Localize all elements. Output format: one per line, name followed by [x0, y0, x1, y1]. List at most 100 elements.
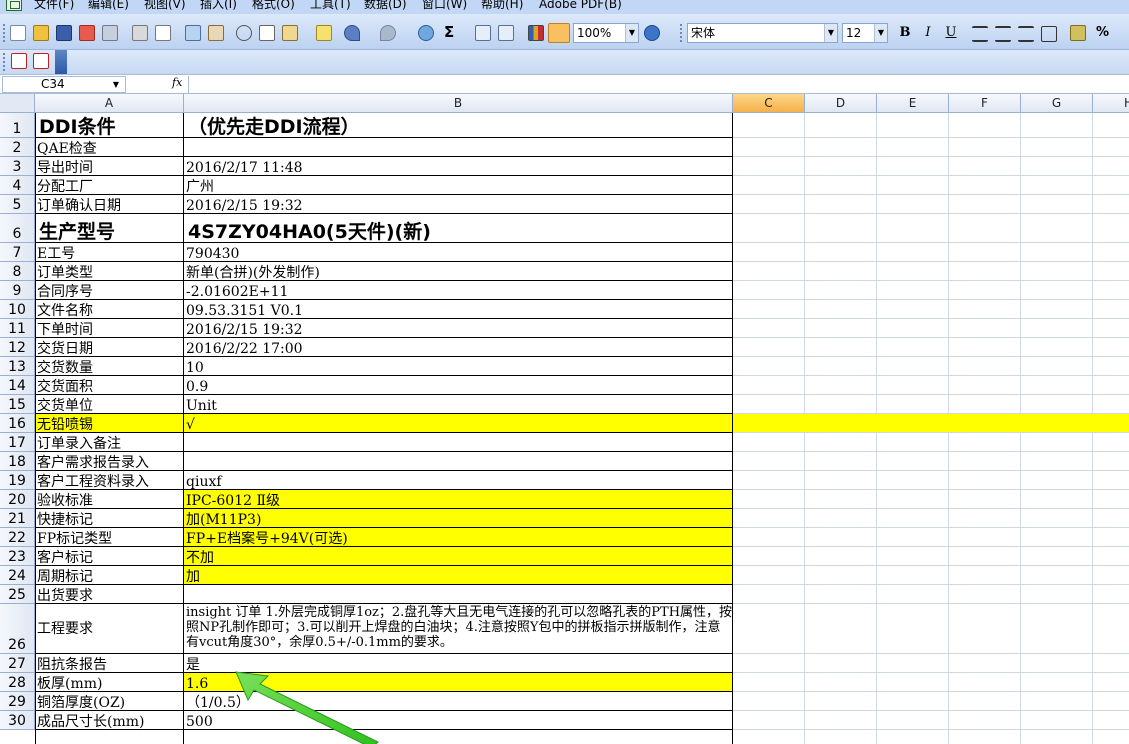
cell-b[interactable]: 加 — [184, 566, 733, 585]
row-header[interactable]: 5 — [0, 195, 35, 214]
cell-a[interactable]: 文件名称 — [35, 300, 184, 319]
format-painter-icon[interactable] — [316, 25, 332, 41]
cell-b[interactable]: 不加 — [184, 547, 733, 566]
cell-a[interactable]: 出货要求 — [35, 585, 184, 604]
sort-ascending-icon[interactable] — [475, 25, 491, 41]
chevron-down-icon[interactable]: ▼ — [625, 24, 638, 42]
cut-icon[interactable] — [236, 25, 252, 41]
spelling-icon[interactable] — [185, 25, 201, 41]
toolbar-grip[interactable] — [3, 24, 6, 42]
select-all-corner[interactable] — [0, 94, 35, 113]
cell-b[interactable]: 新单(合拼)(外发制作) — [184, 262, 733, 281]
undo-icon[interactable] — [344, 25, 360, 41]
print-icon[interactable] — [132, 25, 148, 41]
cell-b[interactable]: （优先走DDI流程） — [184, 113, 733, 138]
row-header[interactable]: 28 — [0, 673, 35, 692]
cell-a[interactable]: 快捷标记 — [35, 509, 184, 528]
currency-icon[interactable] — [1070, 25, 1086, 41]
cell-a[interactable]: FP标记类型 — [35, 528, 184, 547]
toolbar-grip[interactable] — [680, 24, 683, 42]
paste-icon[interactable] — [282, 25, 298, 41]
cell-b[interactable] — [184, 138, 733, 157]
name-box[interactable]: C34 ▼ — [2, 76, 126, 93]
research-icon[interactable] — [208, 25, 224, 41]
column-header-e[interactable]: E — [877, 94, 949, 113]
cell-a[interactable]: 客户标记 — [35, 547, 184, 566]
column-header-f[interactable]: F — [949, 94, 1021, 113]
chevron-down-icon[interactable]: ▼ — [824, 24, 837, 42]
row-header[interactable]: 27 — [0, 654, 35, 673]
convert-and-email-pdf-icon[interactable] — [33, 53, 49, 69]
font-name-select[interactable]: 宋体 ▼ — [687, 23, 838, 43]
column-header-g[interactable]: G — [1021, 94, 1093, 113]
bold-button[interactable]: B — [896, 24, 914, 42]
align-center-icon[interactable] — [995, 26, 1011, 42]
cell-a[interactable]: 合同序号 — [35, 281, 184, 300]
cell-b[interactable]: 2016/2/15 19:32 — [184, 319, 733, 338]
cell-a[interactable]: 分配工厂 — [35, 176, 184, 195]
save-icon[interactable] — [56, 25, 72, 41]
column-header-b[interactable]: B — [184, 94, 733, 113]
spreadsheet-grid[interactable]: ABCDEFGH 1 DDI条件 （优先走DDI流程） 2 QAE检查 3 导出时间 2016… — [0, 94, 1129, 744]
cell-a[interactable]: 交货面积 — [35, 376, 184, 395]
cell-a[interactable]: 铜箔厚度(OZ) — [35, 692, 184, 711]
menu-tools[interactable]: 工具(T) — [310, 0, 351, 12]
cell-b[interactable]: qiuxf — [184, 471, 733, 490]
cell-b[interactable]: 790430 — [184, 243, 733, 262]
cell-b[interactable] — [184, 585, 733, 604]
copy-icon[interactable] — [259, 25, 275, 41]
menu-help[interactable]: 帮助(H) — [481, 0, 523, 12]
cell-b[interactable]: 加(M11P3) — [184, 509, 733, 528]
align-right-icon[interactable] — [1018, 26, 1034, 42]
cell-a[interactable]: 下单时间 — [35, 319, 184, 338]
cell-b[interactable]: insight 订单 1.外层完成铜厚1oz；2.盘孔等大且无电气连接的孔可以忽… — [184, 604, 733, 654]
column-header-a[interactable]: A — [35, 94, 184, 113]
sort-descending-icon[interactable] — [498, 25, 514, 41]
cell-a[interactable]: 生产型号 — [35, 214, 184, 243]
cell-a[interactable]: 订单确认日期 — [35, 195, 184, 214]
cell-b[interactable]: 2016/2/22 17:00 — [184, 338, 733, 357]
chevron-down-icon[interactable]: ▼ — [113, 77, 119, 92]
row-header[interactable]: 1 — [0, 113, 35, 138]
menu-view[interactable]: 视图(V) — [144, 0, 186, 12]
column-header-h[interactable]: H — [1093, 94, 1129, 113]
cell-a[interactable]: 交货数量 — [35, 357, 184, 376]
cell-a[interactable]: 客户工程资料录入 — [35, 471, 184, 490]
row-header[interactable]: 21 — [0, 509, 35, 528]
row-header[interactable]: 9 — [0, 281, 35, 300]
menu-insert[interactable]: 插入(I) — [200, 0, 237, 12]
italic-button[interactable]: I — [919, 24, 937, 42]
new-icon[interactable] — [10, 25, 26, 41]
align-left-icon[interactable] — [972, 26, 988, 42]
cell-b[interactable]: 2016/2/17 11:48 — [184, 157, 733, 176]
insert-function-icon[interactable]: fx — [172, 76, 182, 89]
row-header[interactable]: 25 — [0, 585, 35, 604]
hyperlink-icon[interactable] — [418, 25, 434, 41]
menu-format[interactable]: 格式(O) — [252, 0, 295, 12]
cell-a[interactable]: 交货单位 — [35, 395, 184, 414]
cell-a[interactable]: 客户需求报告录入 — [35, 452, 184, 471]
row-header[interactable]: 10 — [0, 300, 35, 319]
cell-a[interactable]: QAE检查 — [35, 138, 184, 157]
cell-b[interactable] — [184, 433, 733, 452]
row-header[interactable]: 29 — [0, 692, 35, 711]
row-header[interactable]: 2 — [0, 138, 35, 157]
row-header[interactable]: 11 — [0, 319, 35, 338]
redo-icon[interactable] — [380, 25, 396, 41]
toolbar-options-icon[interactable] — [55, 50, 67, 74]
drawing-icon[interactable] — [548, 23, 570, 43]
column-header-c[interactable]: C — [733, 94, 805, 113]
cell-b[interactable]: 0.9 — [184, 376, 733, 395]
row-header[interactable]: 23 — [0, 547, 35, 566]
row-header[interactable]: 16 — [0, 414, 35, 433]
permission-icon[interactable] — [79, 25, 95, 41]
cell-a[interactable]: 订单录入备注 — [35, 433, 184, 452]
cell-a[interactable]: 订单类型 — [35, 262, 184, 281]
chart-wizard-icon[interactable] — [528, 25, 544, 41]
menu-adobe-pdf[interactable]: Adobe PDF(B) — [539, 0, 622, 12]
cell-b[interactable]: √ — [184, 414, 733, 433]
menu-data[interactable]: 数据(D) — [364, 0, 407, 12]
cell-b[interactable]: -2.01602E+11 — [184, 281, 733, 300]
cell-b[interactable]: 广州 — [184, 176, 733, 195]
cell-a[interactable]: DDI条件 — [35, 113, 184, 138]
